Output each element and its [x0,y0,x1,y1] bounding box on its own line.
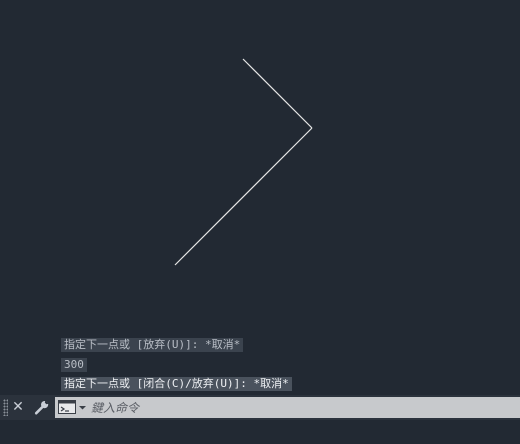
wrench-icon[interactable] [33,398,51,416]
drawing-canvas[interactable]: 指定下一点或 [放弃(U)]: *取消* 300 指定下一点或 [闭合(C)/放… [0,0,520,395]
command-input-area[interactable] [55,397,520,418]
close-icon[interactable]: ✕ [11,398,25,416]
command-line-bar: ✕ [0,395,520,420]
polyline-segment-1[interactable] [242,58,313,129]
command-history-line-current: 指定下一点或 [闭合(C)/放弃(U)]: *取消* [61,377,292,391]
command-history-line: 指定下一点或 [放弃(U)]: *取消* [61,338,244,352]
drag-grip-handle[interactable] [3,399,8,416]
drawing-area[interactable] [0,0,520,395]
command-history-line: 300 [61,358,87,372]
command-input[interactable] [91,398,511,417]
bottom-status-strip [0,420,520,444]
polyline-segment-2[interactable] [174,127,313,266]
command-prompt-icon[interactable] [58,400,88,415]
